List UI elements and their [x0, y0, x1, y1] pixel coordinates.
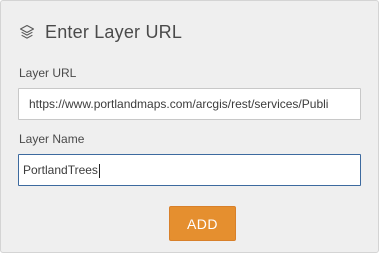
layer-name-input[interactable]: PortlandTrees [18, 154, 361, 186]
enter-layer-url-panel: Enter Layer URL Layer URL https://www.po… [0, 0, 379, 253]
layers-icon [19, 24, 35, 40]
layer-name-value: PortlandTrees [23, 163, 98, 177]
panel-title: Enter Layer URL [45, 21, 183, 42]
text-caret [98, 163, 100, 178]
layer-url-label: Layer URL [19, 66, 77, 80]
layer-url-input[interactable]: https://www.portlandmaps.com/arcgis/rest… [18, 88, 361, 120]
panel-header: Enter Layer URL [19, 20, 182, 44]
layer-url-value: https://www.portlandmaps.com/arcgis/rest… [29, 97, 329, 111]
layer-name-label: Layer Name [19, 132, 85, 146]
add-button[interactable]: ADD [169, 206, 236, 241]
